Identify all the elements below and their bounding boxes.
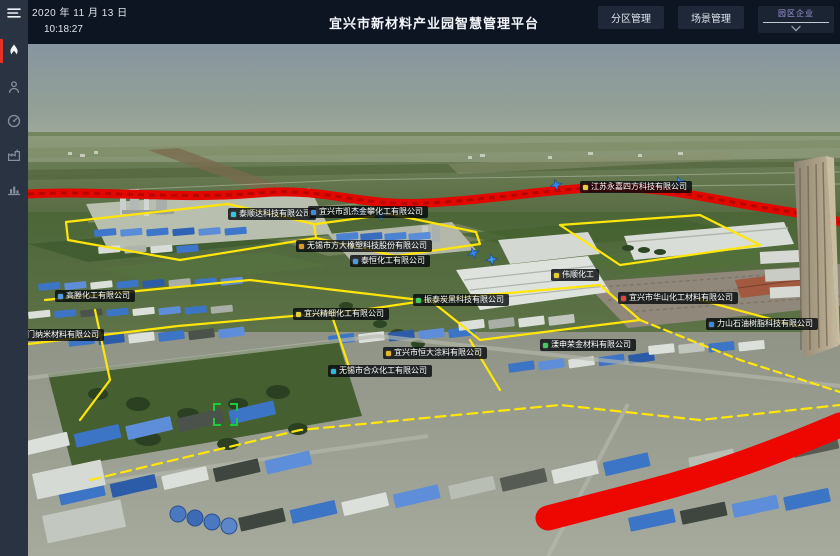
sidebar-item-personnel[interactable] [0,72,28,102]
company-label[interactable]: 力山石油树脂科技有限公司 [706,318,818,330]
company-name: 伟顺化工 [562,271,594,279]
enterprise-dropdown-label: 园区企业 [762,8,830,19]
company-name: 高塍化工有限公司 [66,292,130,300]
company-label[interactable]: 宜兴市恒大涂料有限公司 [383,347,487,359]
company-name: 宜兴市门纳米材料有限公司 [28,331,99,339]
header-actions: 分区管理 场景管理 园区企业 [598,6,834,33]
company-logo-icon [296,312,301,317]
zone-management-button[interactable]: 分区管理 [598,6,664,29]
person-icon [6,79,22,95]
enterprise-dropdown[interactable]: 园区企业 [758,6,834,33]
scene-management-button[interactable]: 场景管理 [678,6,744,29]
sidebar-item-enterprise[interactable] [0,140,28,170]
company-label[interactable]: 江苏永嘉四方科技有限公司 [580,181,692,193]
company-logo-icon [709,322,714,327]
company-label[interactable]: 宜兴市门纳米材料有限公司 [28,329,104,341]
company-logo-icon [231,212,236,217]
company-name: 泰顺达科技有限公司 [239,210,311,218]
company-logo-icon [311,210,316,215]
company-name: 宜兴精细化工有限公司 [304,310,384,318]
company-name: 振泰炭黑科技有限公司 [424,296,504,304]
company-label[interactable]: 振泰炭黑科技有限公司 [413,294,509,306]
menu-icon [6,5,22,21]
company-label[interactable]: 宜兴市凯杰金攀化工有限公司 [308,206,428,218]
company-name: 力山石油树脂科技有限公司 [717,320,813,328]
sidebar-item-gauge-monitor[interactable] [0,106,28,136]
sidebar [0,0,28,556]
app-window: 2020 年 11 月 13 日 10:18:27 宜兴市新材料产业园智慧管理平… [0,0,840,556]
company-label[interactable]: 溧申荣金材料有限公司 [540,339,636,351]
selection-brackets [213,403,238,426]
company-logo-icon [543,343,548,348]
company-label[interactable]: 宜兴市华山化工材料有限公司 [618,292,738,304]
company-label[interactable]: 无锡市合众化工有限公司 [328,365,432,377]
company-label[interactable]: 泰恒化工有限公司 [350,255,430,267]
company-name: 宜兴市凯杰金攀化工有限公司 [319,208,423,216]
bar-chart-icon [6,181,22,197]
company-logo-icon [621,296,626,301]
company-name: 溧申荣金材料有限公司 [551,341,631,349]
company-name: 无锡市方大橡塑科技股份有限公司 [307,242,427,250]
company-name: 泰恒化工有限公司 [361,257,425,265]
header-bar: 2020 年 11 月 13 日 10:18:27 宜兴市新材料产业园智慧管理平… [28,0,840,44]
company-logo-icon [416,298,421,303]
company-logo-icon [58,294,63,299]
company-label[interactable]: 无锡市方大橡塑科技股份有限公司 [296,240,432,252]
company-label[interactable]: 高塍化工有限公司 [55,290,135,302]
company-logo-icon [331,369,336,374]
factory-icon [6,147,22,163]
company-name: 宜兴市华山化工材料有限公司 [629,294,733,302]
company-name: 宜兴市恒大涂料有限公司 [394,349,482,357]
company-logo-icon [353,259,358,264]
company-logo-icon [386,351,391,356]
company-name: 无锡市合众化工有限公司 [339,367,427,375]
divider [763,22,829,23]
sidebar-item-fire-monitor[interactable] [0,36,28,66]
chevron-down-icon [790,25,802,32]
gauge-icon [6,113,22,129]
flame-icon [6,43,22,59]
sidebar-item-statistics[interactable] [0,174,28,204]
company-label[interactable]: 伟顺化工 [551,269,599,281]
map-canvas[interactable]: 泰顺达科技有限公司 宜兴市凯杰金攀化工有限公司 无锡市方大橡塑科技股份有限公司 … [28,44,840,556]
company-label[interactable]: 宜兴精细化工有限公司 [293,308,389,320]
company-logo-icon [299,244,304,249]
company-label[interactable]: 泰顺达科技有限公司 [228,208,316,220]
company-logo-icon [583,185,588,190]
company-name: 江苏永嘉四方科技有限公司 [591,183,687,191]
sidebar-item-menu[interactable] [0,0,28,26]
company-logo-icon [554,273,559,278]
